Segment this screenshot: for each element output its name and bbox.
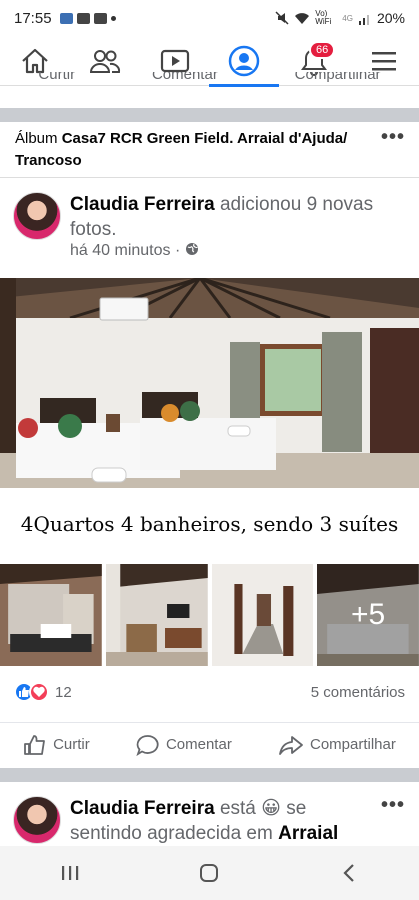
signal-icon: [358, 14, 369, 25]
place-name[interactable]: Arraial: [278, 823, 338, 844]
home-button-icon[interactable]: [198, 862, 220, 884]
share-button[interactable]: Compartilhar: [278, 734, 396, 756]
comment-icon: [136, 734, 159, 756]
next-post-title: Claudia Ferreira está 😀 se sentindo agra…: [70, 796, 370, 846]
comment-label: Comentar: [165, 736, 232, 753]
back-icon[interactable]: [338, 862, 360, 884]
thumbnail-living-room[interactable]: [105, 564, 208, 666]
messenger-icon: [59, 12, 73, 24]
thumbnail-bedroom-2[interactable]: +5: [317, 564, 419, 666]
battery-percent: 20%: [376, 10, 405, 26]
share-icon: [279, 735, 303, 755]
bathroom-photo: [0, 564, 102, 666]
comments-count[interactable]: 5 comentários: [311, 684, 405, 701]
notification-icons: [59, 12, 116, 24]
notifications-badge: 66: [308, 40, 336, 59]
next-author-name[interactable]: Claudia Ferreira: [70, 798, 215, 819]
watch-icon: [160, 49, 189, 72]
thumbnail-hallway[interactable]: [211, 564, 314, 666]
recent-apps-icon[interactable]: [59, 863, 81, 883]
album-header[interactable]: Álbum Casa7 RCR Green Field. Arraial d'A…: [0, 122, 419, 178]
share-label: Compartilhar: [310, 736, 396, 753]
next-post-header: Claudia Ferreira está 😀 se sentindo agra…: [0, 784, 419, 846]
status-bar: 17:55 Vo) WiFi 4G 20%: [0, 0, 419, 36]
author-name[interactable]: Claudia Ferreira: [70, 194, 215, 215]
feeling-emoji: 😀: [261, 798, 281, 819]
post-title: Claudia Ferreira adicionou 9 novas fotos…: [70, 192, 400, 242]
thumbs-up-icon: [24, 734, 45, 755]
more-notifications-icon: [110, 15, 116, 21]
prev-like-button[interactable]: Curtir: [38, 72, 75, 94]
reaction-count[interactable]: 12: [55, 684, 72, 701]
prev-share-button[interactable]: Compartilhar: [295, 72, 381, 94]
feed-divider: [0, 768, 419, 782]
globe-icon: [185, 243, 198, 255]
bedroom-photo: [0, 278, 419, 488]
prev-comment-button[interactable]: Comentar: [152, 72, 218, 94]
menu-icon: [372, 51, 397, 70]
like-label: Curtir: [53, 736, 90, 753]
volte-label: Vo) WiFi: [315, 9, 332, 26]
comment-button[interactable]: Comentar: [136, 734, 232, 756]
like-button[interactable]: Curtir: [23, 734, 90, 756]
album-options-icon[interactable]: •••: [381, 126, 405, 148]
love-reaction-icon: [29, 682, 49, 702]
post-caption: 4Quartos 4 banheiros, sendo 3 suítes: [20, 512, 399, 536]
wifi-icon: [295, 12, 310, 24]
heart-icon: [33, 686, 45, 697]
album-prefix: Álbum: [15, 130, 62, 147]
reaction-icons[interactable]: [14, 682, 49, 702]
hallway-photo: [211, 564, 314, 666]
avatar[interactable]: [13, 192, 61, 240]
previous-post-actions: Curtir Comentar Compartilhar: [0, 72, 419, 94]
clock: 17:55: [14, 9, 52, 27]
next-post-options-icon[interactable]: •••: [381, 794, 405, 817]
system-indicators: Vo) WiFi 4G 20%: [275, 10, 405, 26]
gallery-icon: [76, 12, 90, 24]
home-icon: [22, 48, 48, 73]
post-header: Claudia Ferreira adicionou 9 novas fotos…: [0, 190, 419, 270]
signal-type: 4G: [342, 13, 353, 23]
thumbnail-bathroom[interactable]: [0, 564, 102, 666]
friends-icon: [89, 49, 120, 73]
living-room-photo: [105, 564, 208, 666]
reactions-row: 12 5 comentários: [0, 678, 419, 706]
main-photo[interactable]: [0, 278, 419, 488]
time-text: há 40 minutos ·: [70, 242, 185, 259]
more-photos-count[interactable]: +5: [317, 564, 419, 666]
feed-divider: [0, 108, 419, 122]
mute-icon: [275, 11, 289, 25]
video-icon: [93, 12, 107, 24]
post-timestamp[interactable]: há 40 minutos ·: [70, 242, 199, 260]
post-actions: Curtir Comentar Compartilhar: [0, 722, 419, 766]
album-name[interactable]: Casa7 RCR Green Field. Arraial d'Ajuda/ …: [15, 130, 347, 169]
avatar[interactable]: [13, 796, 61, 844]
system-navigation: [0, 846, 419, 900]
photo-thumbnails: +5: [0, 564, 419, 666]
next-verb: está: [214, 798, 262, 819]
